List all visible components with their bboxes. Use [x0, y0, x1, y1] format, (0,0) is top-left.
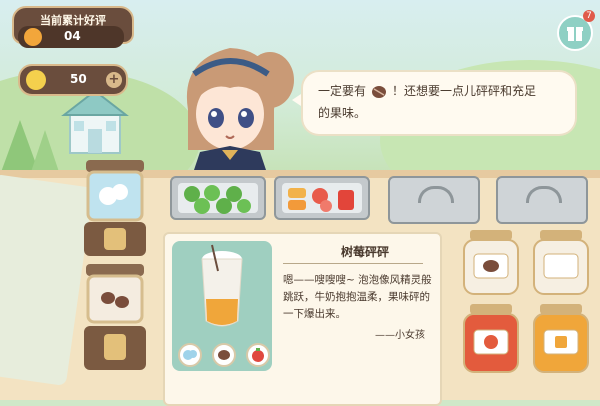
- milk-icon: [178, 343, 202, 367]
- lid-handle: [526, 186, 562, 203]
- greens-icon: [184, 185, 251, 214]
- fruit-tray[interactable]: [274, 176, 370, 220]
- gift-icon: [567, 27, 583, 41]
- coin-panel: 50 +: [18, 64, 128, 96]
- praise-count: 04: [64, 29, 81, 43]
- covered-tray[interactable]: [388, 176, 480, 224]
- medal-icon: [24, 28, 42, 46]
- dialogue-line1-part2: ！还想要一点儿砰砰和充足: [392, 84, 537, 98]
- recipe-title: 树莓砰砰: [340, 245, 389, 259]
- recipe-signature: ——小女孩: [375, 330, 425, 341]
- honey-jam-jar[interactable]: [528, 302, 594, 376]
- dialogue-line2: 的果味。: [318, 106, 367, 120]
- milk-jar[interactable]: [80, 158, 150, 258]
- coffee-bean-icon: [212, 343, 236, 367]
- notification-badge: 7: [583, 10, 595, 22]
- covered-tray[interactable]: [496, 176, 588, 224]
- drink-glass-icon: [201, 244, 243, 327]
- coffee-jam-jar[interactable]: [458, 228, 524, 298]
- coffee-bean-icon: [372, 85, 387, 98]
- fruit-icon: [288, 188, 354, 212]
- coin-count: 50: [70, 72, 87, 86]
- girl-character: [186, 48, 294, 170]
- milk-jam-jar[interactable]: [528, 228, 594, 298]
- coffee-bean-jar[interactable]: [80, 262, 150, 374]
- coin-icon: [26, 70, 46, 90]
- title-divider: [283, 263, 423, 264]
- recipe-description: 嗯——嗖嗖嗖~ 泡泡像风精灵般跳跃，牛奶抱抱温柔，果味砰的一下爆出来。: [283, 274, 432, 320]
- vegetable-tray[interactable]: [170, 176, 266, 220]
- dialogue-line1-part1: 一定要有: [318, 84, 367, 98]
- dialogue-text: 一定要有 ！还想要一点儿砰砰和充足 的果味。: [318, 80, 566, 124]
- praise-counter: 04: [18, 26, 124, 48]
- ingredient-row: [174, 343, 270, 367]
- add-coins-button[interactable]: +: [106, 72, 122, 88]
- raspberry-icon: [246, 343, 270, 367]
- lid-handle: [418, 186, 454, 203]
- strawberry-jam-jar[interactable]: [458, 302, 524, 376]
